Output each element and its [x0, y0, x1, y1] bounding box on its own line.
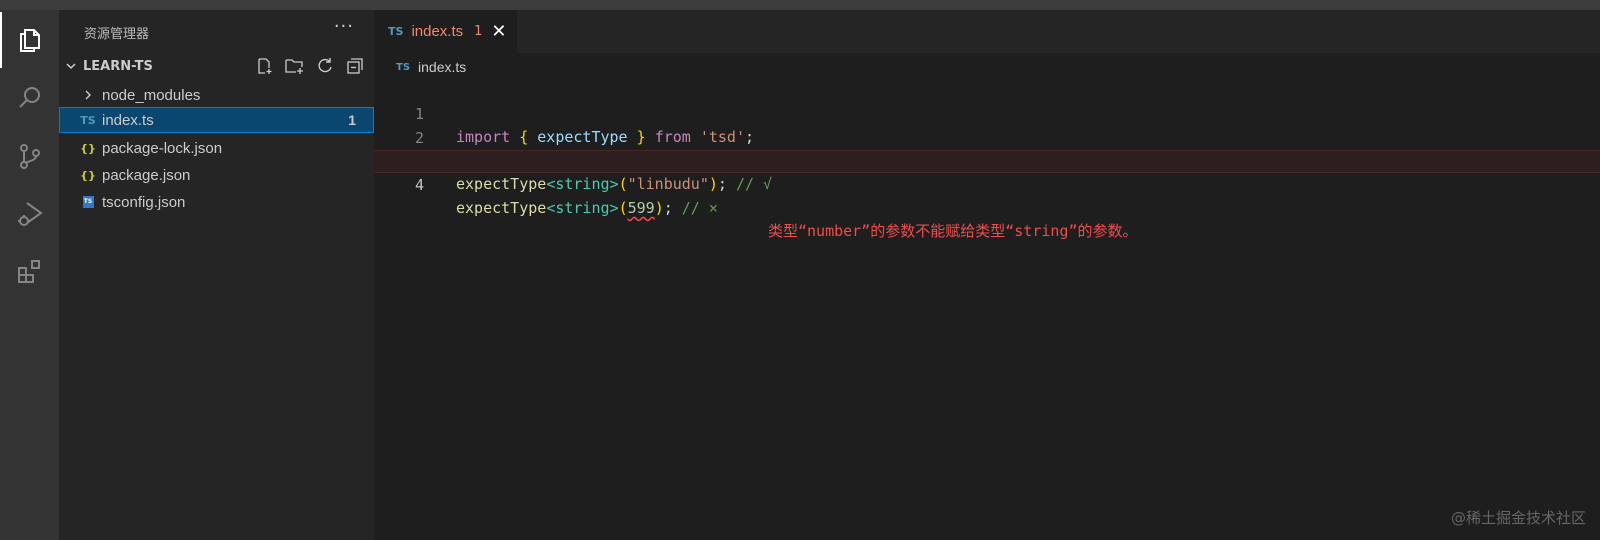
chevron-down-icon	[61, 57, 81, 76]
tree-item-label: tsconfig.json	[102, 193, 186, 211]
watermark: @稀土掘金技术社区	[1450, 509, 1586, 527]
line-number: 4	[414, 176, 424, 194]
tab-bar: TS index.ts 1 ✕	[374, 10, 1600, 53]
code-line-error: 4 expectType<string>(599); // × 类型“numbe…	[374, 150, 1600, 240]
source-control-activity[interactable]	[0, 128, 59, 184]
run-debug-activity[interactable]	[0, 186, 59, 242]
search-activity[interactable]	[0, 70, 59, 126]
error-squiggle: 599	[627, 199, 655, 217]
more-actions-icon[interactable]: ···	[334, 16, 354, 37]
tree-item-label: package-lock.json	[102, 139, 223, 157]
explorer-sidebar: 资源管理器 ··· LEARN-TS node_modules TS index…	[59, 10, 374, 540]
tab-label: index.ts	[411, 23, 464, 40]
source-control-icon	[19, 144, 40, 169]
code-line: 3 expectType<string>("linbudu"); // √	[374, 127, 1600, 193]
problem-count-badge: 1	[348, 112, 356, 128]
extensions-icon	[17, 260, 40, 283]
tree-item-package-json[interactable]: {} package.json	[59, 162, 374, 188]
sidebar-title: 资源管理器	[84, 27, 150, 42]
inline-error-message: 类型“number”的参数不能赋给类型“string”的参数。	[768, 222, 1138, 240]
tree-item-package-lock-json[interactable]: {} package-lock.json	[59, 135, 374, 161]
typescript-file-icon: TS	[80, 113, 96, 127]
code-text: expectType<string>(599); // ×	[456, 199, 718, 217]
chevron-right-icon	[76, 89, 100, 101]
new-file-icon[interactable]	[254, 55, 276, 77]
project-name: LEARN-TS	[83, 58, 153, 74]
tree-item-label: index.ts	[102, 111, 154, 129]
activity-bar	[0, 10, 59, 540]
editor-area: TS index.ts 1 ✕ TS index.ts 1 import { e…	[374, 10, 1600, 540]
refresh-icon[interactable]	[314, 55, 336, 77]
tsconfig-file-icon: TS	[76, 196, 100, 208]
tab-problem-count: 1	[474, 24, 483, 39]
code-line: 1 import { expectType } from 'tsd';	[374, 80, 1600, 146]
run-debug-icon	[17, 202, 43, 226]
json-file-icon: {}	[80, 141, 96, 155]
breadcrumb-file: index.ts	[418, 59, 467, 75]
typescript-file-icon: TS	[396, 61, 411, 73]
code-text: expectType<string>("linbudu"); // √	[456, 175, 773, 193]
project-section-header[interactable]: LEARN-TS	[59, 55, 374, 77]
tree-item-label: package.json	[102, 166, 191, 184]
title-bar	[0, 0, 1600, 10]
close-icon[interactable]: ✕	[491, 21, 506, 42]
tab-index-ts[interactable]: TS index.ts 1 ✕	[374, 10, 517, 53]
collapse-all-icon[interactable]	[344, 55, 366, 77]
typescript-file-icon: TS	[388, 25, 404, 38]
json-file-icon: {}	[80, 168, 96, 182]
breadcrumb[interactable]: TS index.ts	[396, 57, 466, 77]
explorer-activity[interactable]	[0, 12, 59, 68]
tree-item-tsconfig-json[interactable]: TS tsconfig.json	[59, 189, 374, 215]
explorer-toolbar	[254, 55, 366, 77]
tree-item-label: node_modules	[102, 86, 201, 104]
extensions-activity[interactable]	[0, 244, 59, 300]
search-icon	[18, 87, 40, 108]
tree-item-index-ts[interactable]: TS index.ts 1	[59, 107, 374, 133]
files-icon	[19, 29, 40, 52]
code-line: 2	[374, 104, 1600, 147]
tree-item-node-modules[interactable]: node_modules	[59, 82, 374, 108]
new-folder-icon[interactable]	[284, 55, 306, 77]
